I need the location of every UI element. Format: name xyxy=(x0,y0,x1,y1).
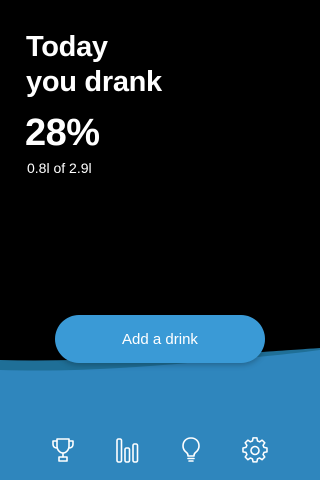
add-drink-button[interactable]: Add a drink xyxy=(55,315,265,363)
tab-settings[interactable] xyxy=(235,430,275,470)
tab-statistics[interactable] xyxy=(107,430,147,470)
gear-icon xyxy=(242,437,268,463)
tab-bar xyxy=(0,420,320,470)
lightbulb-icon xyxy=(182,437,200,462)
page-title: Today you drank xyxy=(26,30,162,100)
bar-chart-icon xyxy=(116,438,139,463)
trophy-icon xyxy=(52,438,74,462)
progress-percent: 28% xyxy=(25,112,100,154)
tab-tips[interactable] xyxy=(171,430,211,470)
progress-amount: 0.8l of 2.9l xyxy=(27,160,92,176)
title-line-1: Today xyxy=(26,31,108,63)
title-line-2: you drank xyxy=(26,66,162,98)
tab-achievements[interactable] xyxy=(43,430,83,470)
